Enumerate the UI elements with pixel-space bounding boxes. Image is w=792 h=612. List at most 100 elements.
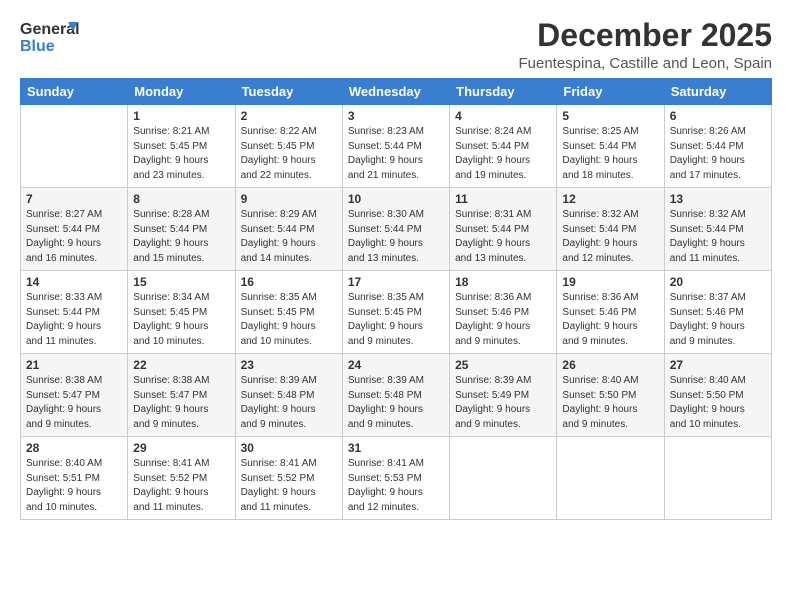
day-number: 2	[241, 109, 337, 123]
day-details: Sunrise: 8:41 AMSunset: 5:52 PMDaylight:…	[241, 457, 337, 515]
day-details: Sunrise: 8:27 AMSunset: 5:44 PMDaylight:…	[26, 208, 122, 266]
calendar-cell: 24 Sunrise: 8:39 AMSunset: 5:48 PMDayligh…	[342, 354, 449, 437]
day-details: Sunrise: 8:38 AMSunset: 5:47 PMDaylight:…	[26, 374, 122, 432]
day-number: 1	[133, 109, 229, 123]
calendar-week-4: 21 Sunrise: 8:38 AMSunset: 5:47 PMDayligh…	[21, 354, 772, 437]
calendar-cell: 31 Sunrise: 8:41 AMSunset: 5:53 PMDayligh…	[342, 437, 449, 520]
calendar-cell: 22 Sunrise: 8:38 AMSunset: 5:47 PMDayligh…	[128, 354, 235, 437]
calendar-cell: 29Sunrise: 8:41 AMSunset: 5:52 PMDayligh…	[128, 437, 235, 520]
calendar-week-2: 7 Sunrise: 8:27 AMSunset: 5:44 PMDaylight…	[21, 188, 772, 271]
calendar-cell: 25 Sunrise: 8:39 AMSunset: 5:49 PMDayligh…	[450, 354, 557, 437]
day-details: Sunrise: 8:23 AMSunset: 5:44 PMDaylight:…	[348, 125, 444, 183]
calendar-week-5: 28Sunrise: 8:40 AMSunset: 5:51 PMDayligh…	[21, 437, 772, 520]
calendar-cell: 28Sunrise: 8:40 AMSunset: 5:51 PMDayligh…	[21, 437, 128, 520]
day-number: 5	[562, 109, 658, 123]
day-number: 27	[670, 358, 766, 372]
day-details: Sunrise: 8:41 AMSunset: 5:52 PMDaylight:…	[133, 457, 229, 515]
day-number: 7	[26, 192, 122, 206]
calendar-cell: 15 Sunrise: 8:34 AMSunset: 5:45 PMDayligh…	[128, 271, 235, 354]
title-block: December 2025 Fuentespina, Castille and …	[518, 18, 772, 72]
day-details: Sunrise: 8:36 AMSunset: 5:46 PMDaylight:…	[455, 291, 551, 349]
day-details: Sunrise: 8:35 AMSunset: 5:45 PMDaylight:…	[241, 291, 337, 349]
main-title: December 2025	[518, 18, 772, 53]
day-number: 31	[348, 441, 444, 455]
calendar-cell: 21 Sunrise: 8:38 AMSunset: 5:47 PMDayligh…	[21, 354, 128, 437]
calendar-cell	[664, 437, 771, 520]
day-details: Sunrise: 8:39 AMSunset: 5:49 PMDaylight:…	[455, 374, 551, 432]
calendar-cell: 20 Sunrise: 8:37 AMSunset: 5:46 PMDayligh…	[664, 271, 771, 354]
day-number: 8	[133, 192, 229, 206]
day-number: 17	[348, 275, 444, 289]
calendar-cell: 2 Sunrise: 8:22 AMSunset: 5:45 PMDaylight…	[235, 105, 342, 188]
day-details: Sunrise: 8:35 AMSunset: 5:45 PMDaylight:…	[348, 291, 444, 349]
day-details: Sunrise: 8:38 AMSunset: 5:47 PMDaylight:…	[133, 374, 229, 432]
day-details: Sunrise: 8:39 AMSunset: 5:48 PMDaylight:…	[241, 374, 337, 432]
day-details: Sunrise: 8:31 AMSunset: 5:44 PMDaylight:…	[455, 208, 551, 266]
day-number: 24	[348, 358, 444, 372]
calendar-week-1: 1 Sunrise: 8:21 AMSunset: 5:45 PMDaylight…	[21, 105, 772, 188]
day-number: 16	[241, 275, 337, 289]
calendar-cell: 4Sunrise: 8:24 AMSunset: 5:44 PMDaylight…	[450, 105, 557, 188]
day-number: 22	[133, 358, 229, 372]
day-number: 12	[562, 192, 658, 206]
day-number: 25	[455, 358, 551, 372]
calendar-cell: 17 Sunrise: 8:35 AMSunset: 5:45 PMDayligh…	[342, 271, 449, 354]
calendar-cell: 9 Sunrise: 8:29 AMSunset: 5:44 PMDaylight…	[235, 188, 342, 271]
day-details: Sunrise: 8:41 AMSunset: 5:53 PMDaylight:…	[348, 457, 444, 515]
day-details: Sunrise: 8:34 AMSunset: 5:45 PMDaylight:…	[133, 291, 229, 349]
subtitle: Fuentespina, Castille and Leon, Spain	[518, 55, 772, 72]
day-details: Sunrise: 8:40 AMSunset: 5:50 PMDaylight:…	[670, 374, 766, 432]
day-number: 14	[26, 275, 122, 289]
calendar-cell: 1 Sunrise: 8:21 AMSunset: 5:45 PMDaylight…	[128, 105, 235, 188]
calendar-cell: 8 Sunrise: 8:28 AMSunset: 5:44 PMDaylight…	[128, 188, 235, 271]
col-header-monday: Monday	[128, 79, 235, 105]
day-details: Sunrise: 8:32 AMSunset: 5:44 PMDaylight:…	[670, 208, 766, 266]
day-number: 13	[670, 192, 766, 206]
day-details: Sunrise: 8:32 AMSunset: 5:44 PMDaylight:…	[562, 208, 658, 266]
calendar-cell: 10Sunrise: 8:30 AMSunset: 5:44 PMDayligh…	[342, 188, 449, 271]
day-number: 10	[348, 192, 444, 206]
day-number: 11	[455, 192, 551, 206]
col-header-friday: Friday	[557, 79, 664, 105]
day-number: 23	[241, 358, 337, 372]
calendar-cell: 26Sunrise: 8:40 AMSunset: 5:50 PMDayligh…	[557, 354, 664, 437]
day-details: Sunrise: 8:21 AMSunset: 5:45 PMDaylight:…	[133, 125, 229, 183]
svg-text:Blue: Blue	[20, 38, 55, 54]
calendar-cell	[21, 105, 128, 188]
day-details: Sunrise: 8:29 AMSunset: 5:44 PMDaylight:…	[241, 208, 337, 266]
day-number: 3	[348, 109, 444, 123]
day-number: 9	[241, 192, 337, 206]
calendar-cell: 12 Sunrise: 8:32 AMSunset: 5:44 PMDayligh…	[557, 188, 664, 271]
calendar-cell: 13 Sunrise: 8:32 AMSunset: 5:44 PMDayligh…	[664, 188, 771, 271]
day-details: Sunrise: 8:22 AMSunset: 5:45 PMDaylight:…	[241, 125, 337, 183]
logo: GeneralBlue	[20, 18, 80, 54]
day-details: Sunrise: 8:25 AMSunset: 5:44 PMDaylight:…	[562, 125, 658, 183]
day-number: 26	[562, 358, 658, 372]
calendar-cell: 6Sunrise: 8:26 AMSunset: 5:44 PMDaylight…	[664, 105, 771, 188]
day-number: 20	[670, 275, 766, 289]
day-details: Sunrise: 8:37 AMSunset: 5:46 PMDaylight:…	[670, 291, 766, 349]
col-header-thursday: Thursday	[450, 79, 557, 105]
day-details: Sunrise: 8:36 AMSunset: 5:46 PMDaylight:…	[562, 291, 658, 349]
calendar-cell: 23 Sunrise: 8:39 AMSunset: 5:48 PMDayligh…	[235, 354, 342, 437]
day-details: Sunrise: 8:40 AMSunset: 5:51 PMDaylight:…	[26, 457, 122, 515]
calendar-cell: 27 Sunrise: 8:40 AMSunset: 5:50 PMDayligh…	[664, 354, 771, 437]
day-details: Sunrise: 8:28 AMSunset: 5:44 PMDaylight:…	[133, 208, 229, 266]
col-header-sunday: Sunday	[21, 79, 128, 105]
day-number: 4	[455, 109, 551, 123]
calendar-header-row: SundayMondayTuesdayWednesdayThursdayFrid…	[21, 79, 772, 105]
day-number: 6	[670, 109, 766, 123]
col-header-wednesday: Wednesday	[342, 79, 449, 105]
calendar-cell: 11 Sunrise: 8:31 AMSunset: 5:44 PMDayligh…	[450, 188, 557, 271]
day-number: 21	[26, 358, 122, 372]
day-details: Sunrise: 8:39 AMSunset: 5:48 PMDaylight:…	[348, 374, 444, 432]
col-header-saturday: Saturday	[664, 79, 771, 105]
header: GeneralBlue December 2025 Fuentespina, C…	[20, 18, 772, 72]
logo-svg: GeneralBlue	[20, 18, 80, 54]
day-number: 19	[562, 275, 658, 289]
calendar-week-3: 14Sunrise: 8:33 AMSunset: 5:44 PMDayligh…	[21, 271, 772, 354]
day-number: 18	[455, 275, 551, 289]
calendar-cell: 16 Sunrise: 8:35 AMSunset: 5:45 PMDayligh…	[235, 271, 342, 354]
calendar-cell: 3 Sunrise: 8:23 AMSunset: 5:44 PMDaylight…	[342, 105, 449, 188]
day-number: 15	[133, 275, 229, 289]
